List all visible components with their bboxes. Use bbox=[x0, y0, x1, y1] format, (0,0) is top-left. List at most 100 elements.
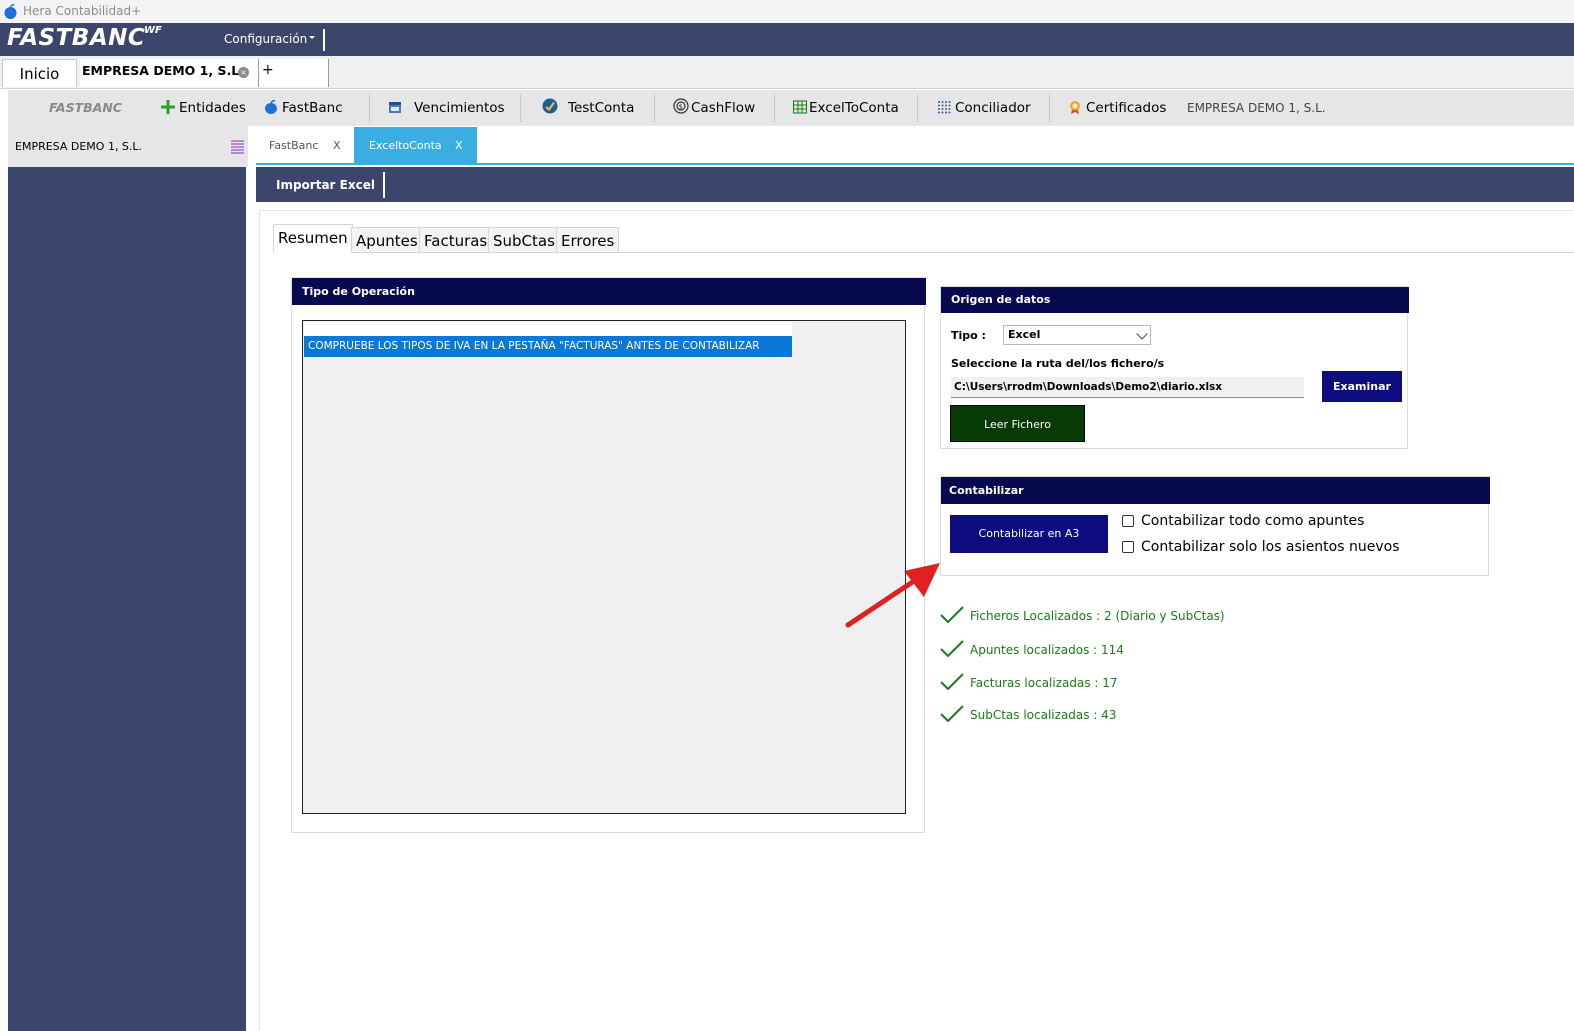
sidebar-company[interactable]: EMPRESA DEMO 1, S.L. bbox=[15, 140, 142, 153]
module-toolbar: FASTBANC Entidades FastBanc Vencimientos… bbox=[8, 90, 1574, 126]
close-icon[interactable]: × bbox=[238, 67, 249, 78]
window-title-bar: Hera Contabilidad+ bbox=[0, 0, 1574, 23]
contabilizar-panel: Contabilizar Contabilizar en A3 Contabil… bbox=[940, 476, 1490, 576]
excel-grid-icon bbox=[793, 100, 807, 114]
brand-bar: FASTBANC WF Configuración bbox=[0, 23, 1574, 56]
panel-header: Origen de datos bbox=[941, 287, 1409, 313]
tab-facturas[interactable]: Facturas bbox=[419, 227, 493, 253]
plus-icon bbox=[161, 100, 175, 114]
calendar-icon bbox=[389, 102, 401, 113]
module-conciliador[interactable]: Conciliador bbox=[937, 90, 1031, 126]
module-exceltoconta[interactable]: ExcelToConta bbox=[793, 90, 899, 126]
module-fastbanc[interactable]: FastBanc bbox=[264, 90, 343, 126]
current-company: EMPRESA DEMO 1, S.L. bbox=[1187, 101, 1326, 115]
tipo-label: Tipo : bbox=[951, 329, 986, 342]
list-item-selected[interactable]: COMPRUEBE LOS TIPOS DE IVA EN LA PESTAÑA… bbox=[304, 336, 792, 357]
toolbar-divider bbox=[520, 94, 521, 122]
tab-subctas[interactable]: SubCtas bbox=[488, 227, 560, 253]
tab-empresa[interactable]: EMPRESA DEMO 1, S.L. × bbox=[80, 59, 258, 87]
module-cashflow-label: CashFlow bbox=[691, 100, 756, 116]
contabilizar-a3-button[interactable]: Contabilizar en A3 bbox=[950, 515, 1108, 553]
menu-divider bbox=[323, 29, 325, 51]
tab-exceltoconta[interactable]: ExceltoConta X bbox=[354, 127, 477, 164]
certificate-icon bbox=[1070, 101, 1080, 114]
todo-apuntes-checkbox[interactable] bbox=[1122, 515, 1134, 527]
apple-icon bbox=[4, 4, 17, 19]
close-icon[interactable]: X bbox=[455, 139, 463, 152]
asientos-nuevos-checkbox[interactable] bbox=[1122, 541, 1134, 553]
module-fastbanc-label: FastBanc bbox=[282, 100, 343, 116]
status-subctas-text: SubCtas localizadas : 43 bbox=[970, 708, 1117, 722]
sidebar-panel bbox=[8, 167, 246, 1031]
annotation-arrow-icon bbox=[845, 563, 940, 628]
panel-header: Tipo de Operación bbox=[292, 278, 926, 305]
chevron-down-icon bbox=[1136, 328, 1148, 340]
module-testconta[interactable]: TestConta bbox=[542, 90, 634, 126]
leer-fichero-button[interactable]: Leer Fichero bbox=[950, 405, 1085, 442]
close-icon[interactable]: X bbox=[333, 139, 341, 152]
brand-logo: FASTBANC bbox=[7, 25, 146, 51]
panel-title: Contabilizar bbox=[949, 484, 1024, 497]
todo-apuntes-label[interactable]: Contabilizar todo como apuntes bbox=[1141, 513, 1364, 529]
module-vencimientos-label: Vencimientos bbox=[414, 100, 505, 116]
fastbanc-label: FASTBANC bbox=[49, 100, 122, 115]
module-testconta-label: TestConta bbox=[568, 100, 635, 116]
brand-superscript: WF bbox=[144, 25, 162, 36]
tab-fastbanc-label: FastBanc bbox=[269, 139, 319, 152]
origen-datos-panel: Origen de datos Tipo : Excel Seleccione … bbox=[940, 286, 1409, 449]
toolbar-divider bbox=[917, 94, 918, 122]
import-toolbar: Importar Excel bbox=[256, 167, 1574, 202]
ruta-label: Seleccione la ruta del/los fichero/s bbox=[951, 357, 1165, 370]
tab-fastbanc[interactable]: FastBanc X bbox=[256, 127, 354, 164]
tab-resumen[interactable]: Resumen bbox=[273, 224, 353, 253]
importar-excel-button[interactable]: Importar Excel bbox=[276, 178, 375, 192]
tipo-select[interactable]: Excel bbox=[1003, 325, 1151, 345]
testconta-icon bbox=[542, 98, 558, 114]
config-menu[interactable]: Configuración bbox=[224, 32, 307, 46]
tab-empresa-label: EMPRESA DEMO 1, S.L. bbox=[82, 63, 244, 78]
examinar-button[interactable]: Examinar bbox=[1322, 371, 1402, 402]
status-ficheros-text: Ficheros Localizados : 2 (Diario y SubCt… bbox=[970, 609, 1225, 623]
sidebar-header: EMPRESA DEMO 1, S.L. bbox=[8, 126, 248, 167]
module-conciliador-label: Conciliador bbox=[955, 100, 1031, 116]
module-vencimientos[interactable]: Vencimientos bbox=[388, 90, 505, 126]
status-apuntes-text: Apuntes localizados : 114 bbox=[970, 643, 1124, 657]
caret-down-icon[interactable] bbox=[309, 36, 315, 39]
list-icon[interactable] bbox=[231, 139, 244, 154]
checkmark-icon bbox=[940, 640, 964, 658]
toolbar-divider bbox=[774, 94, 775, 122]
module-cashflow[interactable]: $ CashFlow bbox=[673, 90, 755, 126]
toolbar-divider bbox=[654, 94, 655, 122]
status-facturas-text: Facturas localizadas : 17 bbox=[970, 676, 1118, 690]
tab-apuntes[interactable]: Apuntes bbox=[351, 227, 423, 253]
module-tabs: FastBanc X ExceltoConta X bbox=[256, 127, 1574, 165]
module-entidades[interactable]: Entidades bbox=[161, 90, 246, 126]
checkmark-icon bbox=[940, 705, 964, 723]
apple-icon bbox=[265, 100, 277, 114]
tipo-operacion-panel: Tipo de Operación COMPRUEBE LOS TIPOS DE… bbox=[291, 277, 926, 833]
module-entidades-label: Entidades bbox=[179, 100, 246, 116]
window-title: Hera Contabilidad+ bbox=[23, 4, 142, 18]
ruta-input[interactable]: C:\Users\rrodm\Downloads\Demo2\diario.xl… bbox=[951, 377, 1304, 398]
operation-list[interactable]: COMPRUEBE LOS TIPOS DE IVA EN LA PESTAÑA… bbox=[302, 320, 906, 814]
module-certificados-label: Certificados bbox=[1086, 100, 1167, 116]
panel-header: Contabilizar bbox=[941, 477, 1490, 504]
module-certificados[interactable]: Certificados bbox=[1068, 90, 1166, 126]
checkmark-icon bbox=[940, 673, 964, 691]
tipo-select-value: Excel bbox=[1008, 328, 1041, 341]
document-tabs: Inicio EMPRESA DEMO 1, S.L. × + bbox=[0, 56, 1574, 89]
tab-exceltoconta-label: ExceltoConta bbox=[369, 139, 442, 152]
new-tab-button[interactable]: + bbox=[258, 59, 329, 87]
toolbar-divider bbox=[369, 94, 370, 122]
panel-title: Origen de datos bbox=[951, 293, 1051, 306]
module-exceltoconta-label: ExcelToConta bbox=[809, 100, 899, 116]
panel-title: Tipo de Operación bbox=[302, 285, 415, 298]
list-item[interactable] bbox=[304, 322, 792, 336]
tab-inicio[interactable]: Inicio bbox=[2, 59, 77, 87]
asientos-nuevos-label[interactable]: Contabilizar solo los asientos nuevos bbox=[1141, 539, 1400, 555]
cashflow-icon: $ bbox=[673, 98, 689, 114]
toolbar-divider bbox=[1049, 94, 1050, 122]
toolbar-divider bbox=[383, 172, 385, 198]
tab-errores[interactable]: Errores bbox=[556, 227, 620, 253]
conciliador-grid-icon bbox=[938, 101, 951, 114]
